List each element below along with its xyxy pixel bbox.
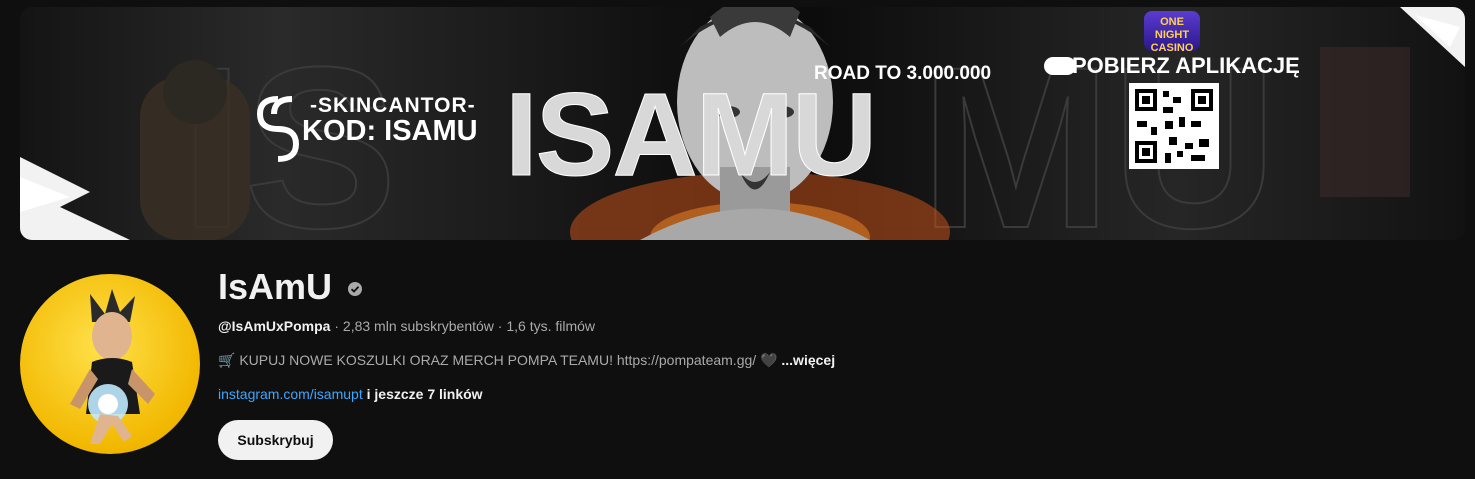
channel-avatar[interactable]	[20, 274, 200, 454]
channel-handle: @IsAmUxPompa	[218, 318, 331, 334]
verified-badge-icon	[348, 282, 362, 296]
qr-code-pattern	[1135, 89, 1213, 163]
channel-links: instagram.com/isamupt i jeszcze 7 linków	[218, 386, 483, 402]
instagram-link[interactable]: instagram.com/isamupt	[218, 386, 363, 402]
video-count: 1,6 tys. filmów	[506, 318, 596, 334]
more-links-button[interactable]: i jeszcze 7 linków	[367, 386, 483, 402]
banner-code-text: KOD: ISAMU	[302, 115, 478, 147]
qr-code	[1129, 83, 1219, 169]
banner-road-text: ROAD TO 3.000.000	[814, 63, 992, 84]
cart-emoji-icon: 🛒	[218, 352, 236, 368]
banner-big-name: ISAMU	[504, 69, 877, 202]
subscribe-button[interactable]: Subskrybuj	[218, 420, 333, 460]
channel-meta: @IsAmUxPompa · 2,83 mln subskrybentów · …	[218, 318, 595, 334]
channel-name: IsAmU	[218, 266, 333, 307]
more-button[interactable]: ...więcej	[781, 352, 835, 368]
avatar-illustration	[70, 289, 155, 444]
description-text: KUPUJ NOWE KOSZULKI ORAZ MERCH POMPA TEA…	[239, 352, 757, 368]
banner-download-text: POBIERZ APLIKACJĘ	[1072, 53, 1300, 78]
channel-banner: IS MU -SKINCANTOR- KOD: ISAMU ISAMU ROAD…	[20, 7, 1465, 240]
subscriber-count: 2,83 mln subskrybentów	[342, 318, 494, 334]
casino-logo: ONE NIGHT CASINO	[1144, 11, 1200, 54]
casino-logo-text: ONE NIGHT CASINO	[1150, 16, 1194, 54]
meta-separator-1: ·	[334, 318, 343, 334]
heart-emoji-icon: 🖤	[760, 352, 778, 368]
channel-description[interactable]: 🛒 KUPUJ NOWE KOSZULKI ORAZ MERCH POMPA T…	[218, 352, 835, 369]
